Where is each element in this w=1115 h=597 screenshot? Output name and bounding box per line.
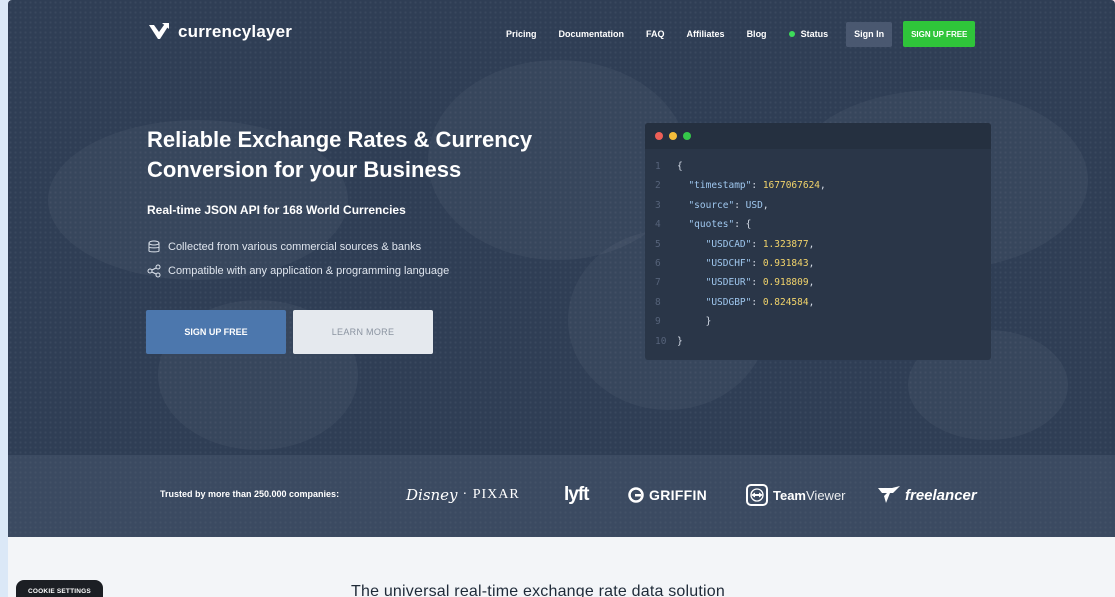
hero-section: currencylayer Pricing Documentation FAQ … <box>8 0 1115 455</box>
hero-headline: Reliable Exchange Rates & Currency Conve… <box>147 127 533 182</box>
maximize-dot-icon <box>683 132 691 140</box>
logo-icon <box>149 23 169 39</box>
trusted-by-bar: Trusted by more than 250.000 companies: … <box>8 455 1115 537</box>
nav-faq[interactable]: FAQ <box>646 29 665 39</box>
nav-documentation[interactable]: Documentation <box>559 29 625 39</box>
code-sample-window: 1{ 2 "timestamp": 1677067624, 3 "source"… <box>645 123 991 360</box>
database-icon <box>148 240 160 253</box>
lyft-logo: lyft <box>564 484 589 505</box>
sign-up-button[interactable]: SIGN UP FREE <box>903 21 976 47</box>
code-window-bar <box>645 123 991 149</box>
griffin-logo: GRIFFIN <box>628 481 707 509</box>
nav-status[interactable]: Status <box>788 29 829 39</box>
trusted-by-label: Trusted by more than 250.000 companies: <box>160 489 340 499</box>
section-title: The universal real-time exchange rate da… <box>351 583 725 597</box>
feature-item: Compatible with any application & progra… <box>147 264 449 278</box>
status-label: Status <box>800 29 829 39</box>
minimize-dot-icon <box>669 132 677 140</box>
cookie-settings-button[interactable]: COOKIE SETTINGS <box>16 580 103 597</box>
hero-sign-up-button[interactable]: SIGN UP FREE <box>146 310 286 354</box>
brand-name: currencylayer <box>178 22 293 41</box>
griffin-icon <box>628 487 644 503</box>
feature-text: Collected from various commercial source… <box>168 241 422 253</box>
teamviewer-icon <box>746 484 768 506</box>
freelancer-logo: freelancer <box>878 481 977 509</box>
hero-subhead: Real-time JSON API for 168 World Currenc… <box>147 203 406 217</box>
freelancer-bird-icon <box>878 486 900 503</box>
nav-blog[interactable]: Blog <box>747 29 767 39</box>
page-frame: currencylayer Pricing Documentation FAQ … <box>8 0 1115 597</box>
sign-in-button[interactable]: Sign In <box>846 21 893 47</box>
feature-item: Collected from various commercial source… <box>147 240 421 254</box>
close-dot-icon <box>655 132 663 140</box>
nav-affiliates[interactable]: Affiliates <box>687 29 725 39</box>
json-code: 1{ 2 "timestamp": 1677067624, 3 "source"… <box>655 161 826 347</box>
nav-pricing[interactable]: Pricing <box>506 29 537 39</box>
share-icon <box>147 264 161 278</box>
teamviewer-logo: TeamViewer <box>746 481 846 509</box>
disney-pixar-logo: Disney · PIXAR <box>406 486 520 504</box>
main-nav: Pricing Documentation FAQ Affiliates Blo… <box>506 21 976 47</box>
brand-logo[interactable]: currencylayer <box>148 22 292 42</box>
status-dot-icon <box>788 31 795 37</box>
feature-text: Compatible with any application & progra… <box>168 265 450 277</box>
hero-learn-more-button[interactable]: LEARN MORE <box>293 310 433 354</box>
